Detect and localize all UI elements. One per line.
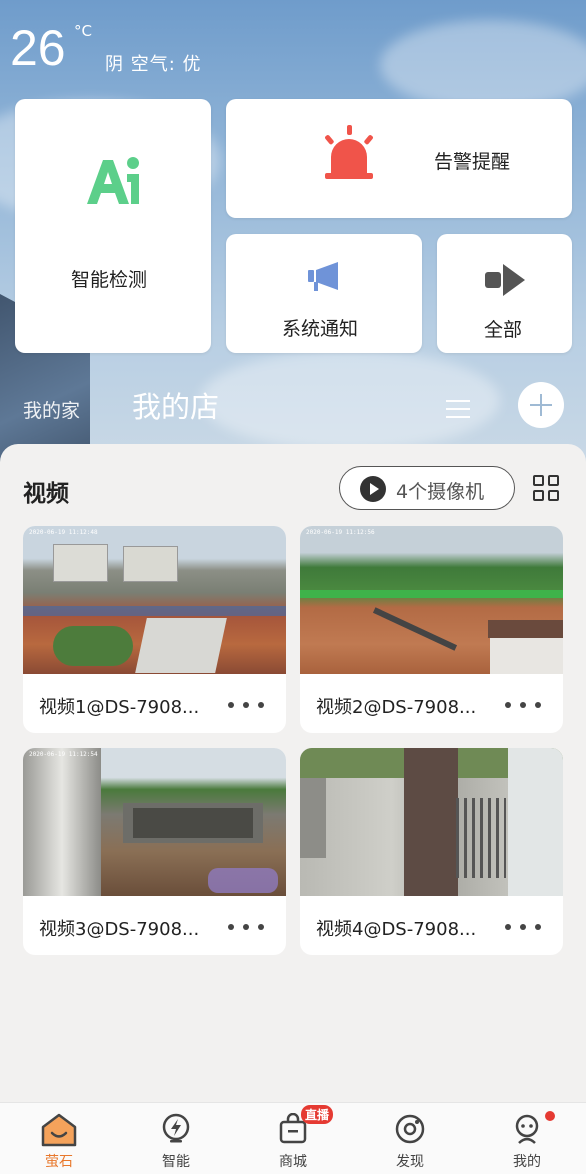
live-badge: 直播 bbox=[301, 1105, 334, 1124]
temperature-unit: °C bbox=[74, 22, 92, 40]
video-card[interactable]: 2020-06-19 11:12:48 视频1@DS-7908... bbox=[23, 526, 286, 733]
temperature: 26 bbox=[10, 20, 66, 76]
video-name: 视频2@DS-7908... bbox=[316, 697, 477, 718]
add-button[interactable] bbox=[518, 382, 564, 428]
system-notice-card[interactable]: 系统通知 bbox=[226, 234, 422, 353]
menu-icon[interactable] bbox=[446, 400, 470, 420]
grid-view-icon[interactable] bbox=[533, 475, 561, 503]
nav-label: 智能 bbox=[162, 1154, 190, 1170]
weather-condition: 阴 空气: 优 bbox=[105, 54, 202, 75]
tab-my-home[interactable]: 我的家 bbox=[23, 396, 80, 423]
play-icon bbox=[360, 476, 386, 502]
home-tabs: 我的家 我的店 bbox=[0, 380, 586, 440]
nav-label: 萤石 bbox=[45, 1154, 73, 1170]
smart-bolt-icon bbox=[162, 1113, 190, 1143]
alarm-siren-icon bbox=[325, 125, 373, 179]
all-actions-card[interactable]: 全部 bbox=[437, 234, 572, 353]
video-card[interactable]: 视频4@DS-7908... bbox=[300, 748, 563, 955]
nav-item-shop[interactable]: 直播 商城 bbox=[253, 1103, 334, 1174]
alarm-card[interactable]: 告警提醒 bbox=[226, 99, 572, 218]
video-card[interactable]: 2020-06-19 11:12:54 视频3@DS-7908... bbox=[23, 748, 286, 955]
forward-arrow-icon bbox=[485, 264, 525, 296]
megaphone-icon bbox=[308, 262, 338, 291]
video-name: 视频4@DS-7908... bbox=[316, 919, 477, 940]
more-options-icon[interactable] bbox=[505, 924, 541, 932]
video-timestamp: 2020-06-19 11:12:54 bbox=[29, 751, 98, 758]
camera-count-label: 4个摄像机 bbox=[396, 481, 485, 503]
video-name: 视频1@DS-7908... bbox=[39, 697, 200, 718]
video-thumbnail[interactable]: 2020-06-19 11:12:54 bbox=[23, 748, 286, 896]
tab-my-store[interactable]: 我的店 bbox=[132, 384, 219, 426]
nav-item-ezviz[interactable]: 萤石 bbox=[19, 1103, 99, 1174]
section-title: 视频 bbox=[23, 481, 69, 507]
video-timestamp: 2020-06-19 11:12:56 bbox=[306, 529, 375, 536]
weather-widget[interactable]: 26 °C 阴 空气: 优 bbox=[10, 18, 201, 78]
all-actions-label: 全部 bbox=[484, 319, 523, 341]
notification-dot bbox=[543, 1109, 557, 1123]
nav-item-smart[interactable]: 智能 bbox=[136, 1103, 216, 1174]
camera-count-button[interactable]: 4个摄像机 bbox=[339, 466, 515, 510]
video-thumbnail[interactable]: 2020-06-19 11:12:56 bbox=[300, 526, 563, 674]
system-notice-label: 系统通知 bbox=[282, 318, 359, 340]
more-options-icon[interactable] bbox=[228, 924, 264, 932]
nav-item-mine[interactable]: 我的 bbox=[487, 1103, 567, 1174]
video-thumbnail[interactable] bbox=[300, 748, 563, 896]
nav-label: 发现 bbox=[396, 1154, 424, 1170]
smart-detect-card[interactable]: 智能检测 bbox=[15, 99, 211, 353]
video-timestamp: 2020-06-19 11:12:48 bbox=[29, 529, 98, 536]
bottom-nav: 萤石 智能 直播 商城 发现 我的 bbox=[0, 1102, 586, 1174]
video-name: 视频3@DS-7908... bbox=[39, 919, 200, 940]
video-thumbnail[interactable]: 2020-06-19 11:12:48 bbox=[23, 526, 286, 674]
home-icon bbox=[41, 1113, 77, 1147]
nav-item-discover[interactable]: 发现 bbox=[370, 1103, 450, 1174]
profile-icon bbox=[515, 1114, 539, 1144]
nav-label: 我的 bbox=[513, 1154, 541, 1170]
more-options-icon[interactable] bbox=[505, 702, 541, 710]
discover-icon bbox=[395, 1114, 425, 1144]
alarm-label: 告警提醒 bbox=[434, 151, 511, 173]
video-panel: 视频 4个摄像机 2020-06-19 11:12:48 视频1@DS-7908… bbox=[0, 444, 586, 1104]
ai-icon bbox=[87, 157, 139, 204]
nav-label: 商城 bbox=[279, 1154, 307, 1170]
video-card[interactable]: 2020-06-19 11:12:56 视频2@DS-7908... bbox=[300, 526, 563, 733]
more-options-icon[interactable] bbox=[228, 702, 264, 710]
smart-detect-label: 智能检测 bbox=[71, 269, 148, 291]
